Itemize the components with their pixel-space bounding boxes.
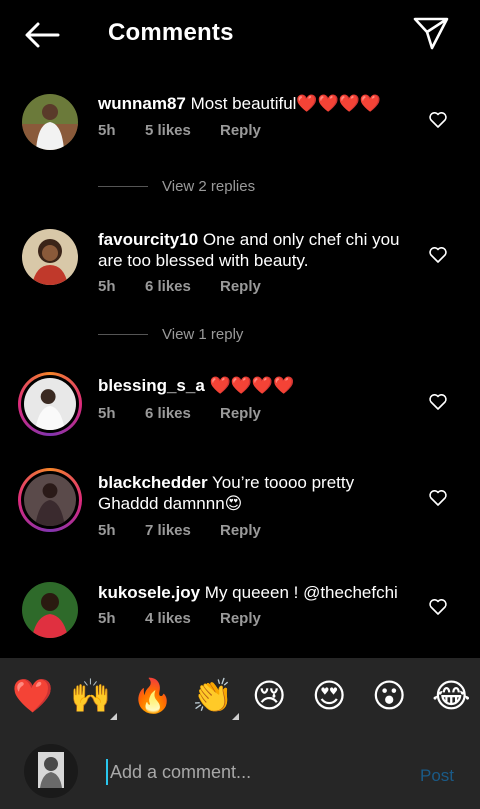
avatar-story-ring[interactable] [18,468,82,532]
comment-likes[interactable]: 6 likes [145,278,220,295]
post-button[interactable]: Post [420,766,454,786]
comment-likes[interactable]: 6 likes [145,405,220,422]
back-button[interactable] [22,20,62,50]
comment-time: 5h [98,610,116,627]
emoji-clapping-glyph: 👏 [192,677,234,714]
skin-tone-indicator [110,713,118,720]
emoji-crying[interactable]: 😢 [252,678,286,714]
emoji-quick-bar: ❤️ 🙌 🔥 👏 😢 😍 😮 😂 [0,658,480,734]
reply-button[interactable]: Reply [220,610,261,627]
comment-username[interactable]: kukosele.joy [98,583,200,602]
comment-input[interactable] [106,759,396,785]
emoji-raised-hands[interactable]: 🙌 [70,677,118,720]
comment-likes[interactable]: 4 likes [145,610,220,627]
comment-likes[interactable]: 5 likes [145,122,220,139]
avatar [24,474,76,526]
heart-outline-icon[interactable] [428,110,448,130]
comment-time: 5h [98,278,116,295]
avatar-story-ring[interactable] [18,372,82,436]
view-replies-label: View 1 reply [162,326,244,343]
emoji-surprised[interactable]: 😮 [372,678,406,714]
current-user-avatar [24,744,78,798]
reply-button[interactable]: Reply [220,522,261,539]
comment-likes[interactable]: 7 likes [145,522,220,539]
comment-username[interactable]: wunnam87 [98,94,186,113]
emoji-fire[interactable]: 🔥 [132,678,173,714]
avatar[interactable] [22,229,78,285]
avatar[interactable] [22,94,78,150]
heart-outline-icon[interactable] [428,597,448,617]
page-title: Comments [108,19,234,46]
paper-plane-icon [413,17,449,50]
skin-tone-indicator [232,713,240,720]
view-replies-label: View 2 replies [162,178,256,195]
comment-time: 5h [98,522,116,539]
comment-username[interactable]: blackchedder [98,473,208,492]
comment-composer: Post [0,734,480,809]
emoji-clapping[interactable]: 👏 [192,677,240,720]
comment-username[interactable]: blessing_s_a [98,376,205,395]
avatar[interactable] [22,582,78,638]
heart-outline-icon[interactable] [428,392,448,412]
view-replies-link[interactable]: View 2 replies [98,178,255,195]
reply-button[interactable]: Reply [220,122,261,139]
reply-button[interactable]: Reply [220,278,261,295]
comment-text: ❤️❤️❤️❤️ [209,376,295,395]
comment-time: 5h [98,122,116,139]
header-bar: Comments [0,0,480,70]
share-button[interactable] [412,15,450,51]
replies-divider [98,186,148,187]
view-replies-link[interactable]: View 1 reply [98,326,243,343]
emoji-raised-hands-glyph: 🙌 [70,677,112,714]
emoji-heart[interactable]: ❤️ [12,678,53,714]
emoji-laughing[interactable]: 😂 [432,678,471,714]
comment-text: My queeen ! @thechefchi [204,583,398,602]
comment-username[interactable]: favourcity10 [98,230,198,249]
heart-outline-icon[interactable] [428,488,448,508]
reply-button[interactable]: Reply [220,405,261,422]
heart-outline-icon[interactable] [428,245,448,265]
avatar [24,378,76,430]
emoji-heart-eyes[interactable]: 😍 [312,678,346,714]
comment-time: 5h [98,405,116,422]
comment-text: Most beautiful❤️❤️❤️❤️ [190,94,382,113]
arrow-left-icon [25,22,60,48]
replies-divider [98,334,148,335]
